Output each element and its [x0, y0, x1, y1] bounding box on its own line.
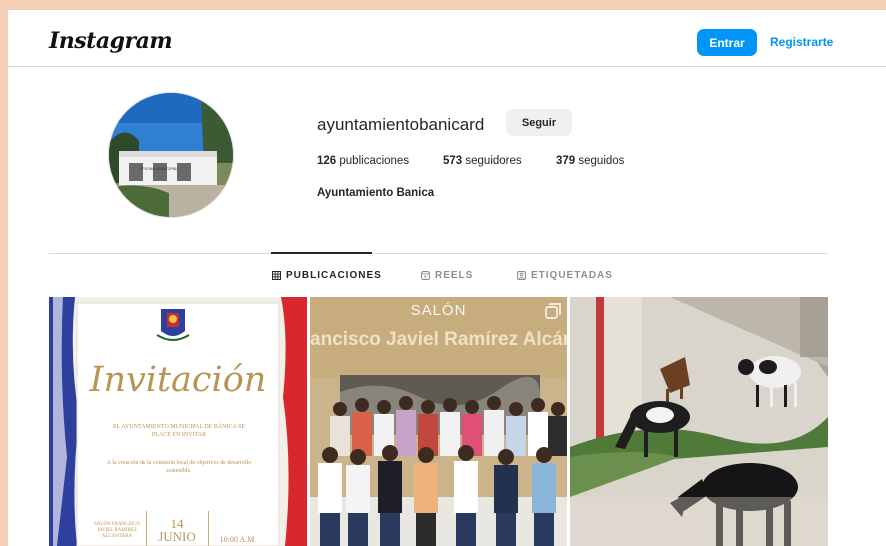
tabs-divider [49, 253, 828, 254]
invitation-image [49, 297, 307, 546]
followers-label: seguidores [465, 155, 522, 167]
posts-label: publicaciones [339, 155, 410, 167]
following-count: 379 [556, 155, 576, 167]
avatar-sign-text: OFICINA MUNICIPAL [139, 166, 178, 171]
divider-line [146, 511, 147, 546]
followers-stat[interactable]: 573 seguidores [443, 155, 522, 167]
instagram-profile-page: Instagram Entrar Registrarte OFICINA MUN… [8, 10, 886, 546]
wall-text-name: ancisco Javiel Ramírez Alcántara [310, 329, 567, 350]
follow-button[interactable]: Seguir [506, 109, 572, 136]
divider-line [208, 511, 209, 546]
tab-publicaciones[interactable]: PUBLICACIONES [272, 270, 382, 281]
grid-icon [272, 271, 281, 280]
tab-etiquetadas[interactable]: ETIQUETADAS [517, 270, 613, 281]
reels-icon [421, 271, 430, 280]
tab-label: PUBLICACIONES [286, 270, 382, 281]
tab-reels[interactable]: REELS [421, 270, 473, 281]
invitation-time: 10:00 A.M [219, 535, 255, 544]
profile-avatar[interactable]: OFICINA MUNICIPAL [108, 92, 234, 218]
followers-count: 573 [443, 155, 463, 167]
invitation-venue: SALÓN FRANCISCO JAVIEL RAMIREZ ALCÁNTARA [94, 522, 140, 539]
invitation-month: JUNIO [158, 529, 196, 544]
goats-photo-image [570, 297, 828, 546]
following-stat[interactable]: 379 seguidos [556, 155, 624, 167]
post-goats[interactable] [570, 297, 828, 546]
profile-username: ayuntamientobanicard [317, 115, 485, 134]
following-label: seguidos [578, 155, 625, 167]
top-navigation-bar: Instagram Entrar Registrarte [8, 10, 886, 67]
login-button[interactable]: Entrar [697, 29, 757, 56]
signup-link[interactable]: Registrarte [770, 35, 833, 49]
invitation-title: Invitación [89, 360, 267, 400]
active-tab-indicator [271, 252, 372, 254]
tab-label: REELS [435, 270, 474, 281]
wall-text-salon: SALÓN [410, 302, 467, 319]
posts-count: 126 [317, 155, 337, 167]
post-group-photo[interactable]: SALÓN ancisco Javiel Ramírez Alcántara [310, 297, 567, 546]
tab-label: ETIQUETADAS [531, 270, 613, 281]
tagged-icon [517, 271, 526, 280]
instagram-logo[interactable]: Instagram [49, 28, 173, 54]
posts-stat: 126 publicaciones [317, 155, 409, 167]
avatar-photo: OFICINA MUNICIPAL [109, 93, 233, 217]
post-invitation[interactable]: Invitación EL AYUNTAMIENTO MUNICIPAL DE … [49, 297, 307, 546]
profile-full-name: Ayuntamiento Banica [317, 187, 435, 199]
invitation-line-1: EL AYUNTAMIENTO MUNICIPAL DE BÁNICA SE P… [112, 424, 246, 438]
invitation-line-2: A la creación de la comisión local de ob… [106, 460, 252, 474]
